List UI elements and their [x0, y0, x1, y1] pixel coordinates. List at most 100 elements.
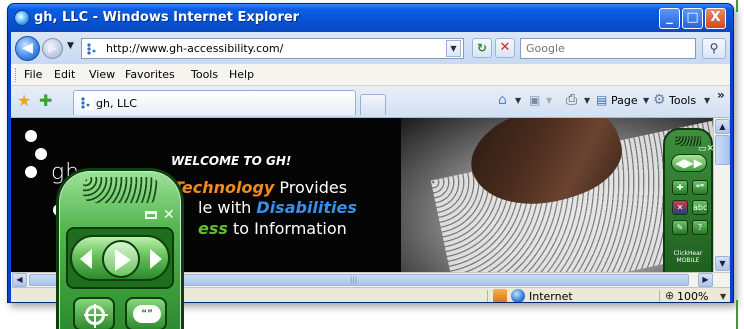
search-input[interactable] — [523, 40, 693, 57]
mini-abc-button[interactable]: abc — [692, 200, 708, 215]
mini-play-control[interactable]: ◀▶▶ — [671, 154, 707, 172]
scroll-grip-icon: ||| — [350, 276, 358, 284]
tagline-disabilities: Disabilities — [256, 198, 357, 217]
refresh-button[interactable]: ↻ — [472, 38, 492, 58]
logo-dot — [25, 166, 37, 178]
scroll-down-icon[interactable]: ▼ — [715, 256, 730, 271]
scroll-right-icon[interactable]: ▶ — [698, 273, 713, 287]
scroll-up-icon[interactable]: ▲ — [715, 119, 730, 134]
mini-caption: ClickHear MOBILE — [665, 250, 711, 264]
zoom-dropdown-icon[interactable]: ▼ — [720, 292, 726, 301]
next-icon[interactable] — [150, 249, 162, 269]
search-button[interactable]: ⚲ — [702, 38, 726, 59]
minimize-button[interactable]: _ — [659, 8, 680, 29]
maximize-button[interactable]: □ — [682, 8, 703, 29]
gear-icon: ⚙ — [653, 92, 666, 108]
security-zone-label[interactable]: Internet — [529, 290, 573, 302]
menu-file[interactable]: File — [24, 68, 42, 81]
security-zone-icon[interactable] — [493, 289, 507, 302]
scroll-left-icon[interactable]: ◀ — [12, 273, 27, 287]
tab-label: gh, LLC — [96, 97, 137, 110]
zoom-icon: ⊕ — [665, 289, 675, 302]
favorites-center-icon[interactable]: ★ — [17, 93, 31, 109]
back-button[interactable]: ◀ — [15, 36, 40, 61]
play-icon — [115, 249, 131, 271]
logo-dot — [35, 148, 47, 160]
close-button[interactable]: X — [705, 8, 726, 29]
address-dropdown-icon[interactable]: ▼ — [446, 40, 461, 57]
menu-edit[interactable]: Edit — [54, 68, 75, 81]
tools-dropdown-icon[interactable]: ▼ — [704, 96, 710, 105]
clickhear-mobile-toolbar: ▭✕ ◀▶▶ ✚ ❝❞ ✕ abc ✎ ? ClickHear MOBILE — [663, 128, 713, 272]
tab-command-bar: ★ ✚ gh, LLC ⌂ ▼ ▣ ▼ ⎙ ▼ ▤ Page ▼ ⚙ Tools… — [11, 86, 730, 118]
close-toolbar-icon[interactable]: ✕ — [163, 207, 175, 223]
feeds-dropdown-icon[interactable]: ▼ — [546, 96, 552, 105]
mini-close-icon[interactable]: ▭✕ — [698, 144, 713, 154]
page-menu-button[interactable]: Page — [611, 94, 638, 107]
play-button[interactable] — [102, 240, 140, 278]
zoom-level[interactable]: 100% — [677, 290, 708, 302]
page-dropdown-icon[interactable]: ▼ — [643, 96, 649, 105]
toolbar-grip[interactable] — [15, 68, 17, 82]
mini-speech-button[interactable]: ❝❞ — [692, 180, 708, 195]
mini-help-button[interactable]: ? — [692, 220, 708, 235]
previous-icon[interactable] — [80, 249, 92, 269]
status-divider — [659, 290, 660, 302]
recent-pages-dropdown-icon[interactable]: ▼ — [67, 41, 74, 51]
home-dropdown-icon[interactable]: ▼ — [515, 96, 521, 105]
clickhear-toolbar: ✕ “” — [56, 168, 184, 329]
add-favorite-icon[interactable]: ✚ — [39, 93, 52, 109]
tagline-line-3: ess to Information — [198, 219, 347, 238]
site-favicon-icon — [86, 42, 100, 56]
forward-button[interactable]: ▶ — [42, 38, 63, 59]
address-bar[interactable]: http://www.gh-accessibility.com/ — [81, 38, 464, 59]
menu-tools[interactable]: Tools — [191, 68, 218, 81]
speech-bubble-icon: “” — [133, 305, 161, 323]
print-icon[interactable]: ⎙ — [566, 92, 577, 108]
chevron-more-icon[interactable]: » — [717, 88, 725, 102]
menu-favorites[interactable]: Favorites — [125, 68, 175, 81]
tagline-access-fragment: ess — [198, 219, 228, 238]
tagline-line-2: le with Disabilities — [198, 198, 357, 217]
ie-icon — [14, 10, 30, 26]
tab-gh-llc[interactable]: gh, LLC — [73, 90, 356, 115]
page-icon: ▤ — [596, 93, 608, 107]
tagline-people-fragment: le with — [198, 198, 257, 217]
menu-help[interactable]: Help — [229, 68, 254, 81]
tagline-to-information: to Information — [227, 219, 347, 238]
magnifier-icon: ⚲ — [709, 41, 719, 55]
status-divider — [487, 290, 488, 302]
print-dropdown-icon[interactable]: ▼ — [584, 96, 590, 105]
menu-view[interactable]: View — [89, 68, 115, 81]
vertical-scrollbar[interactable]: ▲ ▼ — [713, 118, 730, 272]
menu-bar: File Edit View Favorites Tools Help — [11, 64, 730, 86]
tools-menu-button[interactable]: Tools — [669, 94, 696, 107]
logo-dot — [25, 130, 37, 142]
address-url: http://www.gh-accessibility.com/ — [106, 42, 284, 55]
title-bar[interactable]: gh, LLC - Windows Internet Explorer _ □ … — [8, 4, 733, 32]
stop-button[interactable]: ✕ — [495, 38, 515, 58]
edge-line-top — [736, 0, 738, 12]
tagline-line-1: Technology Provides — [173, 178, 347, 197]
minimize-toolbar-icon[interactable] — [145, 211, 157, 219]
new-tab-button[interactable] — [360, 94, 386, 115]
feeds-icon[interactable]: ▣ — [529, 92, 540, 108]
crosshair-icon — [84, 304, 108, 328]
tagline-technology: Technology — [173, 178, 275, 197]
vertical-scroll-thumb[interactable] — [715, 135, 730, 165]
settings-button[interactable] — [73, 297, 115, 329]
search-box[interactable] — [520, 38, 696, 59]
window-title: gh, LLC - Windows Internet Explorer — [34, 10, 300, 25]
mini-settings-button[interactable]: ✚ — [672, 180, 688, 195]
playback-control — [70, 235, 170, 281]
tab-favicon-icon — [80, 96, 94, 110]
mini-tools-button[interactable]: ✎ — [672, 220, 688, 235]
home-icon[interactable]: ⌂ — [498, 92, 507, 108]
tagline-provides: Provides — [274, 178, 348, 197]
mini-caption-line-1: ClickHear — [673, 250, 703, 257]
speaker-grille — [83, 177, 159, 203]
address-toolbar: ◀ ▶ ▼ http://www.gh-accessibility.com/ ▼… — [11, 32, 730, 64]
globe-icon — [511, 289, 525, 302]
mini-language-flag-button[interactable]: ✕ — [672, 200, 688, 215]
speech-button[interactable]: “” — [125, 297, 167, 329]
